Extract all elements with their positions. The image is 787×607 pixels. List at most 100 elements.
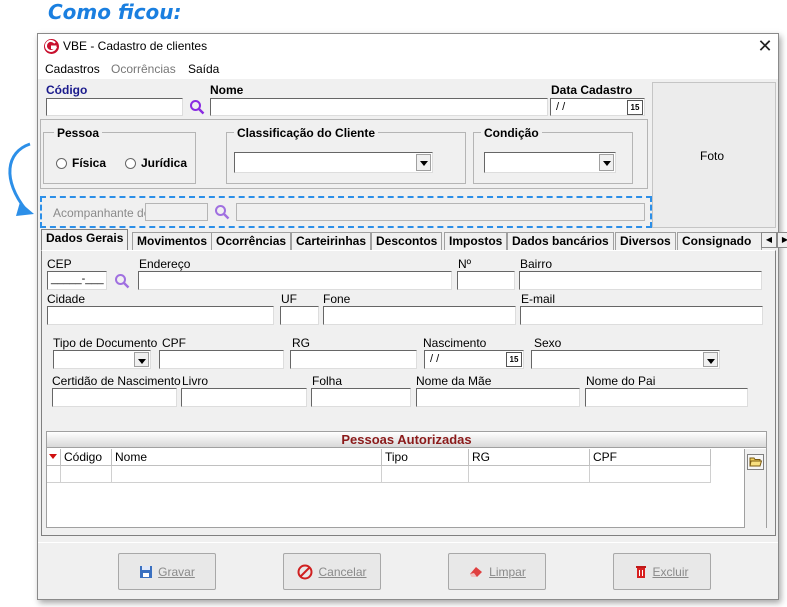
table-row[interactable]: [47, 466, 61, 483]
close-icon[interactable]: ✕: [754, 35, 776, 57]
tab-ocorrencias[interactable]: Ocorrências: [211, 232, 292, 250]
chevron-down-icon[interactable]: [703, 352, 718, 367]
nascimento-value: / /: [430, 353, 440, 365]
cep-label: CEP: [47, 257, 72, 271]
livro-label: Livro: [182, 374, 209, 388]
nascimento-label: Nascimento: [423, 336, 487, 350]
tab-dados-gerais[interactable]: Dados Gerais: [41, 229, 129, 250]
nascimento-input[interactable]: / / 15: [424, 350, 524, 369]
email-input[interactable]: [520, 306, 763, 325]
tab-scroll-right-icon[interactable]: ▶: [777, 232, 787, 248]
endereco-input[interactable]: [138, 271, 452, 290]
col-tipo[interactable]: Tipo: [382, 449, 469, 466]
calendar-icon[interactable]: 15: [627, 100, 643, 115]
nome-mae-label: Nome da Mãe: [416, 374, 492, 388]
certidao-input[interactable]: [52, 388, 177, 407]
acompanhante-search-icon[interactable]: [214, 204, 230, 220]
tab-strip: Dados Gerais Movimentos Ocorrências Cart…: [41, 229, 787, 250]
col-nome[interactable]: Nome: [112, 449, 382, 466]
data-cadastro-input[interactable]: / / 15: [550, 98, 645, 116]
calendar-icon[interactable]: 15: [506, 352, 522, 367]
cep-input[interactable]: _____-___: [47, 271, 107, 290]
limpar-button[interactable]: Limpar: [448, 553, 546, 590]
tab-diversos[interactable]: Diversos: [615, 232, 676, 250]
tab-carteirinhas[interactable]: Carteirinhas: [291, 232, 372, 250]
livro-input[interactable]: [181, 388, 307, 407]
app-logo-icon: [44, 39, 59, 54]
codigo-label: Código: [46, 83, 88, 97]
tipo-documento-select[interactable]: [53, 350, 151, 369]
classificacao-select[interactable]: [234, 152, 433, 173]
excluir-button[interactable]: Excluir: [613, 553, 711, 590]
chevron-down-icon[interactable]: [599, 154, 614, 171]
table-row[interactable]: [469, 466, 590, 483]
data-cadastro-label: Data Cadastro: [551, 83, 633, 97]
endereco-label: Endereço: [139, 257, 191, 271]
table-row[interactable]: [61, 466, 112, 483]
col-codigo[interactable]: Código: [61, 449, 112, 466]
condicao-select[interactable]: [484, 152, 616, 173]
menu-saida[interactable]: Saída: [188, 62, 219, 76]
cidade-label: Cidade: [47, 292, 86, 306]
gravar-label: Gravar: [158, 564, 195, 579]
acompanhante-nome-input[interactable]: [236, 203, 645, 221]
data-cadastro-value: / /: [556, 101, 566, 113]
cep-value: _____-___: [51, 273, 104, 285]
tab-movimentos[interactable]: Movimentos: [132, 232, 213, 250]
sexo-label: Sexo: [534, 336, 562, 350]
tab-dados-bancarios[interactable]: Dados bancários: [507, 232, 614, 250]
folha-input[interactable]: [311, 388, 411, 407]
codigo-search-icon[interactable]: [189, 99, 205, 115]
row-indicator-header: [47, 449, 61, 466]
tab-scroll-left-icon[interactable]: ◀: [761, 232, 777, 248]
menu-bar: Cadastros Ocorrências Saída: [38, 60, 778, 79]
fone-input[interactable]: [323, 306, 516, 325]
col-rg[interactable]: RG: [469, 449, 590, 466]
client-window: VBE - Cadastro de clientes ✕ Cadastros O…: [37, 33, 787, 600]
cancelar-button[interactable]: Cancelar: [283, 553, 381, 590]
limpar-label: Limpar: [489, 564, 526, 579]
cep-search-icon[interactable]: [114, 273, 130, 289]
menu-cadastros[interactable]: Cadastros: [45, 62, 100, 76]
menu-ocorrencias[interactable]: Ocorrências: [111, 62, 176, 76]
fisica-radio[interactable]: [56, 158, 67, 169]
col-cpf[interactable]: CPF: [590, 449, 711, 466]
tab-impostos[interactable]: Impostos: [444, 232, 508, 250]
numero-input[interactable]: [457, 271, 515, 290]
uf-input[interactable]: [280, 306, 319, 325]
nome-input[interactable]: [210, 98, 548, 116]
action-bar: Gravar Cancelar Limpar Excluir: [38, 542, 778, 599]
tab-consignado[interactable]: Consignado: [677, 232, 762, 250]
juridica-label: Jurídica: [141, 156, 188, 170]
nome-mae-input[interactable]: [416, 388, 580, 407]
tab-descontos[interactable]: Descontos: [371, 232, 443, 250]
classificacao-legend: Classificação do Cliente: [234, 126, 379, 140]
bairro-input[interactable]: [519, 271, 762, 290]
rg-label: RG: [292, 336, 310, 350]
codigo-input[interactable]: [46, 98, 183, 116]
title-bar: VBE - Cadastro de clientes ✕: [38, 34, 778, 60]
excluir-label: Excluir: [652, 564, 689, 579]
chevron-down-icon[interactable]: [416, 154, 431, 171]
table-row[interactable]: [382, 466, 469, 483]
sexo-select[interactable]: [531, 350, 720, 369]
chevron-down-icon[interactable]: [134, 352, 149, 367]
cpf-input[interactable]: [159, 350, 284, 369]
tipo-documento-label: Tipo de Documento: [53, 336, 158, 350]
acompanhante-label: Acompanhante de: [53, 206, 151, 220]
cidade-input[interactable]: [47, 306, 274, 325]
cpf-label: CPF: [162, 336, 186, 350]
gravar-button[interactable]: Gravar: [118, 553, 216, 590]
nome-pai-input[interactable]: [585, 388, 748, 407]
numero-label: Nº: [458, 257, 472, 271]
fisica-label: Física: [72, 156, 107, 170]
open-folder-icon[interactable]: [747, 454, 764, 470]
rg-input[interactable]: [290, 350, 417, 369]
condicao-legend: Condição: [481, 126, 542, 140]
table-row[interactable]: [590, 466, 711, 483]
table-row[interactable]: [112, 466, 382, 483]
acompanhante-codigo-input[interactable]: [145, 203, 208, 221]
nome-pai-label: Nome do Pai: [586, 374, 656, 388]
juridica-radio[interactable]: [125, 158, 136, 169]
bairro-label: Bairro: [520, 257, 553, 271]
